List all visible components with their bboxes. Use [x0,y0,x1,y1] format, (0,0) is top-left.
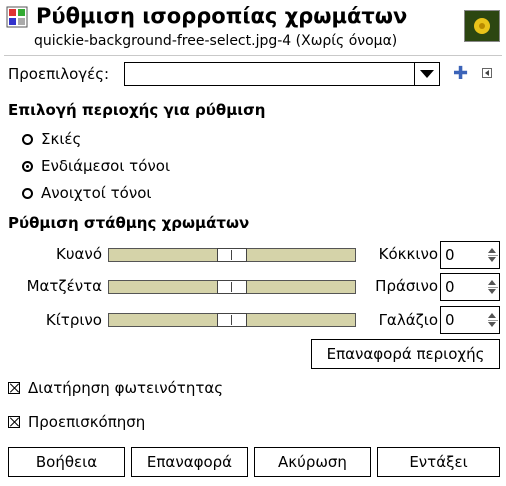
ok-button[interactable]: Εντάξει [377,447,500,477]
color-balance-icon [6,6,28,28]
spin-up-icon[interactable] [488,248,496,253]
cyan-red-value: 0 [445,246,455,264]
image-thumbnail [464,10,500,42]
spin-separator [488,255,498,256]
spin-separator [488,287,498,288]
magenta-green-spinbox[interactable]: 0 [440,273,500,301]
radio-highlights[interactable]: Ανοιχτοί τόνοι [22,183,222,203]
cyan-red-slider[interactable] [108,248,356,262]
radio-shadows-label: Σκιές [41,130,82,148]
header-divider [4,55,502,56]
yellow-blue-spinbox[interactable]: 0 [440,306,500,334]
spin-down-icon[interactable] [488,257,496,262]
slider-handle[interactable] [217,248,247,262]
preserve-luminosity-checkbox[interactable]: Διατήρηση φωτεινότητας [8,378,223,398]
reset-button[interactable]: Επαναφορά [131,447,248,477]
spin-down-icon[interactable] [488,289,496,294]
magenta-green-slider[interactable] [108,280,356,294]
help-button[interactable]: Βοήθεια [8,447,125,477]
radio-shadows-indicator[interactable] [22,133,33,145]
spin-up-icon[interactable] [488,280,496,285]
presets-label: Προεπιλογές: [8,65,110,83]
magenta-green-value: 0 [445,278,455,296]
radio-highlights-indicator[interactable] [22,187,33,199]
yellow-blue-slider[interactable] [108,313,356,327]
spin-separator [488,320,498,321]
preview-label: Προεπισκόπηση [28,413,146,431]
slider-green-label: Πράσινο [375,277,438,295]
presets-combo[interactable] [124,62,440,86]
preserve-luminosity-label: Διατήρηση φωτεινότητας [28,379,224,397]
slider-magenta-label: Ματζέντα [26,277,102,295]
chevron-down-icon[interactable] [414,63,439,85]
yellow-blue-value: 0 [445,311,455,329]
dialog-title: Ρύθμιση ισορροπίας χρωμάτων [36,4,408,28]
slider-blue-label: Γαλάζιο [378,311,438,329]
radio-shadows[interactable]: Σκιές [22,129,222,149]
menu-arrow-icon[interactable] [482,68,492,78]
radio-midtones-label: Ενδιάμεσοι τόνοι [41,157,171,175]
slider-cyan-label: Κυανό [56,245,102,263]
cancel-button[interactable]: Ακύρωση [254,447,371,477]
checkbox-checked-icon[interactable] [8,416,20,428]
checkbox-checked-icon[interactable] [8,382,20,394]
spin-down-icon[interactable] [488,322,496,327]
radio-midtones[interactable]: Ενδιάμεσοι τόνοι [22,156,222,176]
cyan-red-spinbox[interactable]: 0 [440,241,500,269]
slider-yellow-label: Κίτρινο [45,311,102,329]
slider-red-label: Κόκκινο [378,245,438,263]
reset-range-button[interactable]: Επαναφορά περιοχής [311,339,500,369]
slider-handle[interactable] [217,313,247,327]
radio-highlights-label: Ανοιχτοί τόνοι [41,184,152,202]
slider-handle[interactable] [217,280,247,294]
levels-section-title: Ρύθμιση στάθμης χρωμάτων [8,214,250,232]
spin-up-icon[interactable] [488,313,496,318]
plus-icon[interactable]: ✚ [453,64,468,84]
radio-midtones-indicator[interactable] [22,160,33,172]
image-name: quickie-background-free-select.jpg-4 (Χω… [34,33,398,49]
preview-checkbox[interactable]: Προεπισκόπηση [8,412,145,432]
range-section-title: Επιλογή περιοχής για ρύθμιση [8,101,266,119]
